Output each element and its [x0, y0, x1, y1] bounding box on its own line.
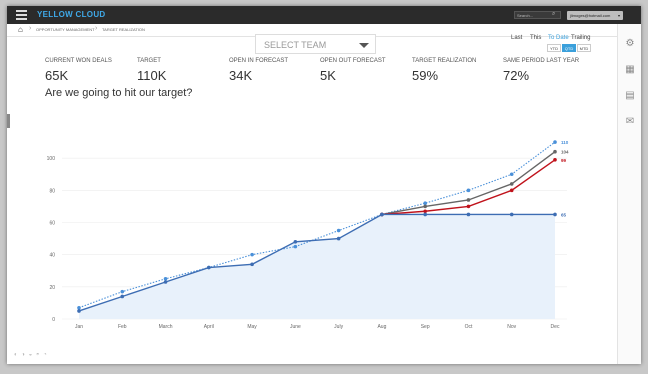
- x-tick-label: Sep: [421, 324, 430, 330]
- series-point-forecast_all: [553, 149, 557, 154]
- x-tick-label: Nov: [507, 324, 516, 330]
- y-tick-label: 0: [52, 317, 55, 323]
- series-area-actual: [79, 214, 555, 319]
- side-panel-handle[interactable]: [7, 114, 10, 128]
- series-point-target: [293, 244, 298, 249]
- series-point-actual: [207, 265, 211, 270]
- series-point-actual: [509, 212, 514, 217]
- y-tick-label: 20: [49, 285, 55, 291]
- series-point-forecast_in: [423, 209, 427, 214]
- x-tick-label: May: [247, 324, 257, 330]
- target-line-chart: 0 20 40 60 80 100 Jan Feb March April May June July A…: [47, 140, 569, 330]
- series-point-target: [77, 305, 81, 310]
- series-point-forecast_in: [466, 204, 471, 209]
- series-end-label-target: 110: [561, 140, 569, 145]
- series-point-actual: [466, 212, 471, 217]
- x-tick-label: Jan: [75, 324, 83, 330]
- series-end-label-actual: 65: [561, 212, 567, 217]
- series-point-actual: [553, 212, 557, 217]
- series-point-target: [250, 252, 254, 257]
- series-point-actual: [380, 212, 384, 217]
- x-tick-label: June: [290, 324, 301, 330]
- series-point-actual: [336, 236, 341, 241]
- y-tick-label: 80: [49, 188, 55, 194]
- x-tick-label: Aug: [377, 324, 386, 330]
- footer-toolbar-icons[interactable]: ◐ ◑ ◒ ◓ ◔: [14, 352, 48, 358]
- x-tick-label: Oct: [465, 324, 473, 330]
- series-point-actual: [77, 309, 81, 313]
- y-tick-label: 60: [49, 221, 55, 227]
- series-end-label-forecast_in: 99: [561, 158, 567, 163]
- right-rail: ⚙ ▦ ▤ ✉: [617, 24, 641, 364]
- document-list-icon[interactable]: ▤: [623, 90, 637, 101]
- app-frame: YELLOW CLOUD Search... ⌕ jlimoges@hotmai…: [7, 6, 641, 364]
- x-tick-label: July: [334, 324, 343, 330]
- series-point-target: [509, 172, 514, 177]
- x-tick-label: Dec: [551, 324, 560, 330]
- series-point-forecast_in: [553, 157, 557, 162]
- calculator-icon[interactable]: ▦: [623, 64, 637, 75]
- series-point-actual: [163, 280, 168, 284]
- series-point-target: [423, 201, 427, 205]
- x-tick-label: April: [204, 324, 214, 330]
- series-point-target: [336, 228, 341, 233]
- x-tick-label: March: [159, 324, 173, 330]
- series-point-target: [553, 140, 557, 144]
- series-point-forecast_in: [509, 188, 514, 193]
- series-point-actual: [120, 294, 125, 299]
- series-point-actual: [250, 262, 254, 267]
- series-point-forecast_all: [423, 204, 427, 209]
- series-point-target: [163, 276, 168, 281]
- series-point-forecast_all: [466, 198, 471, 202]
- chevron-down-icon: ▾: [617, 13, 620, 18]
- gear-plus-icon[interactable]: ⚙: [623, 38, 637, 49]
- series-end-label-forecast_all: 104: [561, 150, 569, 155]
- y-tick-label: 100: [47, 156, 56, 162]
- series-point-forecast_all: [509, 182, 514, 186]
- series-point-target: [466, 188, 471, 193]
- series-point-actual: [293, 240, 298, 244]
- chat-icon[interactable]: ✉: [623, 116, 637, 127]
- y-tick-label: 40: [49, 253, 55, 259]
- x-tick-label: Feb: [118, 324, 127, 330]
- series-point-target: [120, 289, 125, 294]
- series-point-actual: [423, 212, 427, 217]
